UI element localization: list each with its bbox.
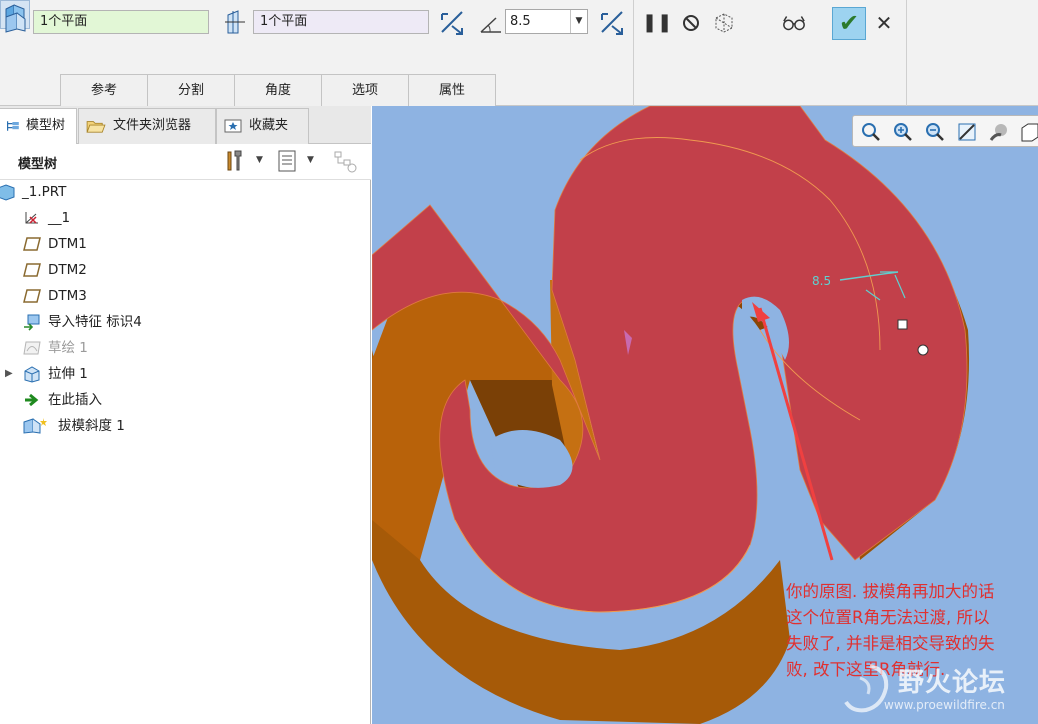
tree-item-sketch[interactable]: 草绘 1 <box>0 335 371 361</box>
display-style-icon[interactable] <box>988 121 1010 143</box>
chevron-down-icon[interactable]: ▼ <box>256 155 263 165</box>
zoom-in-icon[interactable] <box>892 121 914 143</box>
csys-icon <box>25 212 38 224</box>
tree-item-dtm3[interactable]: DTM3 <box>0 283 371 309</box>
tree-item-label: DTM3 <box>48 288 87 304</box>
saved-orientation-icon[interactable] <box>1018 121 1038 143</box>
tree-item-extrude[interactable]: ▶ 拉伸 1 <box>0 361 371 387</box>
tree-item-part[interactable]: _1.PRT <box>0 179 371 205</box>
dashboard-tabs: 参考 分割 角度 选项 属性 <box>60 74 496 106</box>
refit-icon[interactable] <box>860 121 882 143</box>
dashboard-divider <box>633 0 634 106</box>
tree-item-insert-here[interactable]: 在此插入 <box>0 387 371 413</box>
flip-pull-direction-icon[interactable] <box>438 8 466 36</box>
annotation-line: 失败了, 并非是相交导致的失 <box>786 634 995 653</box>
tab-favorites-label: 收藏夹 <box>249 118 289 133</box>
repaint-icon[interactable] <box>956 121 978 143</box>
draft-hinge-icon[interactable] <box>222 9 248 35</box>
tree-item-label: 拔模斜度 1 <box>58 418 125 434</box>
tree-item-dtm2[interactable]: DTM2 <box>0 257 371 283</box>
ok-checkmark-button[interactable]: ✔ <box>832 7 866 40</box>
tree-item-csys[interactable]: __1 <box>0 205 371 231</box>
tab-angle[interactable]: 角度 <box>234 74 322 106</box>
draft-angle-input[interactable]: 8.5 ▼ <box>505 9 588 34</box>
tree-item-label: _1.PRT <box>22 184 67 200</box>
show-options-icon[interactable] <box>274 148 300 174</box>
tree-item-import-feature[interactable]: 导入特征 标识4 <box>0 309 371 335</box>
tab-model-tree[interactable]: 模型树 <box>0 108 77 145</box>
draft-angle-icon <box>480 17 501 33</box>
draft-hinges-collector[interactable]: 1个平面 <box>253 10 429 34</box>
draft-angle-dimension[interactable]: 8.5 <box>812 274 831 288</box>
folder-browser-icon <box>86 120 106 133</box>
chevron-down-icon[interactable]: ▼ <box>570 10 587 33</box>
favorites-icon <box>224 119 242 132</box>
tree-item-label: 在此插入 <box>48 392 102 408</box>
annotation-line: 你的原图. 拔模角再加大的话 <box>786 582 995 601</box>
geometry-preview-icon[interactable] <box>712 11 736 35</box>
chevron-down-icon[interactable]: ▼ <box>307 155 314 165</box>
tree-item-label: __1 <box>48 210 71 226</box>
watermark-url: www.proewildfire.cn <box>884 698 1005 712</box>
datum-plane-icon <box>23 263 41 277</box>
draft-angle-value[interactable]: 8.5 <box>510 14 531 29</box>
expand-arrow-icon[interactable]: ▶ <box>5 361 13 387</box>
tree-item-label: 草绘 1 <box>48 340 88 356</box>
navigator-panel: 模型树 文件夹浏览器 收藏夹 模型树 ▼ ▼ _1.PRT __1 DTM1 D… <box>0 106 371 724</box>
cancel-x-button[interactable]: ✕ <box>872 11 896 35</box>
filter-tree-icon[interactable] <box>332 148 358 174</box>
tab-split[interactable]: 分割 <box>147 74 235 106</box>
tab-folder-browser[interactable]: 文件夹浏览器 <box>78 108 216 144</box>
tree-item-label: 导入特征 标识4 <box>48 314 142 330</box>
tab-folder-browser-label: 文件夹浏览器 <box>113 118 192 133</box>
model-tree-header: 模型树 ▼ ▼ <box>0 144 371 180</box>
tab-options[interactable]: 选项 <box>321 74 409 106</box>
insert-here-icon <box>25 393 39 407</box>
draft-icon <box>23 418 47 434</box>
dashboard-divider <box>906 0 907 106</box>
annotation-line: 这个位置R角无法过渡, 所以 <box>786 608 990 627</box>
glasses-icon[interactable] <box>782 11 806 35</box>
tab-model-tree-label: 模型树 <box>26 118 66 133</box>
tab-properties[interactable]: 属性 <box>408 74 496 106</box>
zoom-out-icon[interactable] <box>924 121 946 143</box>
datum-plane-icon <box>23 237 41 251</box>
watermark-title: 野火论坛 <box>898 668 1007 698</box>
tree-item-label: DTM2 <box>48 262 87 278</box>
datum-plane-icon <box>23 289 41 303</box>
tree-item-dtm1[interactable]: DTM1 <box>0 231 371 257</box>
tab-favorites[interactable]: 收藏夹 <box>216 108 309 144</box>
draft-surface-icon[interactable] <box>3 9 29 35</box>
view-toolbar <box>852 115 1038 147</box>
model-tree-title: 模型树 <box>18 157 58 172</box>
tab-references[interactable]: 参考 <box>60 74 148 106</box>
draft-dashboard: 1个平面 1个平面 8.5 ▼ ❚❚ ✔ ✕ 参考 分割 角度 选项 属性 <box>0 0 1038 106</box>
tree-item-draft[interactable]: 拔模斜度 1 <box>0 413 371 439</box>
navigator-tabs: 模型树 文件夹浏览器 收藏夹 <box>0 106 371 145</box>
tree-item-label: 拉伸 1 <box>48 366 88 382</box>
draft-surfaces-collector[interactable]: 1个平面 <box>33 10 209 34</box>
extrude-icon <box>24 366 40 383</box>
model-tree-icon <box>7 120 19 131</box>
import-feature-icon <box>24 314 40 331</box>
settings-tools-icon[interactable] <box>222 148 248 174</box>
graphics-viewport[interactable]: 8.5 你的原图. 拔模角再加大的话 这个位置R角无法过渡, 所以 失败了, 并… <box>372 106 1038 724</box>
flip-angle-icon[interactable] <box>598 8 626 36</box>
pause-button[interactable]: ❚❚ <box>642 11 672 35</box>
part-icon <box>0 184 15 201</box>
no-preview-icon[interactable] <box>679 11 703 35</box>
tree-item-label: DTM1 <box>48 236 87 252</box>
sketch-icon <box>23 341 41 355</box>
